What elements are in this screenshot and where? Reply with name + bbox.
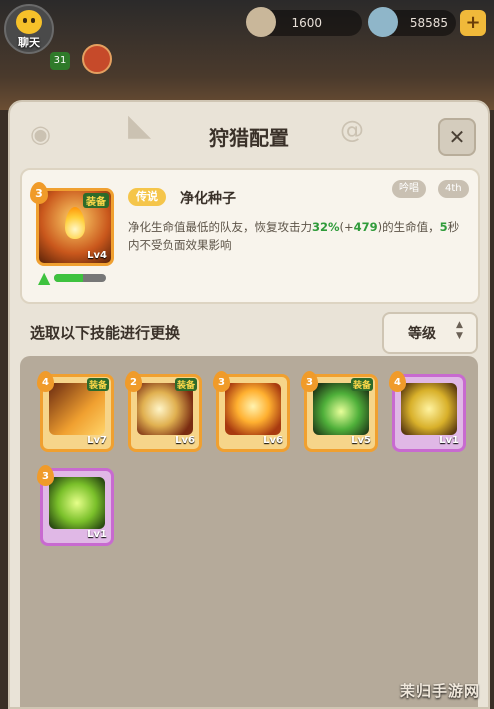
- skill-tile[interactable]: 3 装备 Lv5: [301, 371, 378, 452]
- close-button[interactable]: ✕: [438, 118, 476, 156]
- equipped-tag: 装备: [86, 378, 109, 391]
- upgrade-arrow-icon: ▲: [38, 268, 51, 287]
- mask-icon[interactable]: [82, 44, 112, 74]
- upgrade-progress-bar: [54, 274, 106, 282]
- skill-name: 净化种子: [180, 191, 236, 207]
- bag-icon: [246, 7, 276, 37]
- skill-level: Lv6: [263, 435, 283, 446]
- flame-icon: [225, 383, 281, 435]
- robot-icon: [401, 383, 457, 435]
- chat-label: 聊天: [18, 36, 40, 49]
- equipped-tag: 装备: [83, 193, 109, 208]
- desc-text: (+: [339, 220, 354, 234]
- flame-icon: [65, 207, 85, 239]
- skill-description: 净化生命值最低的队友，恢复攻击力32%(+479)的生命值，5秒内不受负面效果影…: [128, 218, 466, 254]
- rarity-tag: 传说: [128, 188, 166, 206]
- resource-2-value: 58585: [409, 16, 448, 30]
- skill-tile[interactable]: 4 Lv1: [389, 371, 466, 452]
- desc-value: 479: [353, 220, 378, 234]
- add-currency-button[interactable]: +: [460, 10, 486, 36]
- chat-icon: [16, 10, 42, 34]
- panel-title: 狩猎配置: [209, 126, 289, 150]
- sort-arrows-icon: ▲ ▼: [456, 320, 463, 341]
- rank-badge: 2: [125, 371, 142, 392]
- skill-tile[interactable]: 3 Lv1: [37, 465, 114, 546]
- rank-badge: 4: [389, 371, 406, 392]
- skill-tile[interactable]: 2 装备 Lv6: [125, 371, 202, 452]
- player-level-badge: 31: [50, 52, 70, 70]
- watermark: 茉归手游网: [399, 682, 480, 700]
- skill-level: Lv1: [87, 529, 107, 540]
- upgrade-progress-fill: [54, 274, 83, 282]
- equipped-tag: 装备: [174, 378, 197, 391]
- rank-badge: 3: [30, 182, 48, 204]
- skill-level: Lv1: [439, 435, 459, 446]
- cast-type-tag: 吟唱: [392, 180, 426, 198]
- skill-grid: 4 装备 Lv7 2 装备 Lv6 3 Lv6 3 装备 Lv5 4 Lv1 3 Lv1: [20, 356, 478, 707]
- desc-value: 32%: [312, 220, 340, 234]
- desc-value: 5: [439, 220, 448, 234]
- hunting-config-panel: ◉ ◣ @ 狩猎配置 ✕ 装备 Lv4 3 ▲ 传说 净化种子 吟唱 4th 净…: [8, 100, 490, 709]
- top-hud: 聊天 31 1600 58585 +: [0, 0, 494, 110]
- rank-badge: 3: [37, 465, 54, 486]
- gem-icon: [368, 7, 398, 37]
- skill-level: Lv6: [175, 435, 195, 446]
- rank-badge: 3: [301, 371, 318, 392]
- equipped-tag: 装备: [350, 378, 373, 391]
- replace-instruction: 选取以下技能进行更换: [30, 324, 181, 342]
- skill-tile[interactable]: 4 装备 Lv7: [37, 371, 114, 452]
- resource-1-value: 1600: [291, 16, 322, 30]
- sort-label: 等级: [408, 326, 436, 342]
- rank-badge: 4: [37, 371, 54, 392]
- selected-skill-card: 装备 Lv4 3 ▲ 传说 净化种子 吟唱 4th 净化生命值最低的队友，恢复攻…: [20, 168, 480, 304]
- slot-tag: 4th: [438, 180, 469, 198]
- chat-button[interactable]: 聊天: [4, 4, 54, 54]
- sort-dropdown[interactable]: 等级 ▲ ▼: [382, 312, 478, 354]
- resource-1: 1600: [246, 7, 362, 37]
- skill-level: Lv7: [87, 435, 107, 446]
- skill-level: Lv5: [351, 435, 371, 446]
- desc-text: 净化生命值最低的队友，恢复攻击力: [128, 220, 312, 234]
- desc-text: )的生命值，: [377, 220, 440, 234]
- skill-level: Lv4: [87, 250, 107, 261]
- rank-badge: 3: [213, 371, 230, 392]
- resource-2: 58585: [368, 7, 456, 37]
- purify-seed-skill-icon[interactable]: 装备 Lv4: [36, 188, 114, 266]
- skill-tile[interactable]: 3 Lv6: [213, 371, 290, 452]
- green-figure-icon: [49, 477, 105, 529]
